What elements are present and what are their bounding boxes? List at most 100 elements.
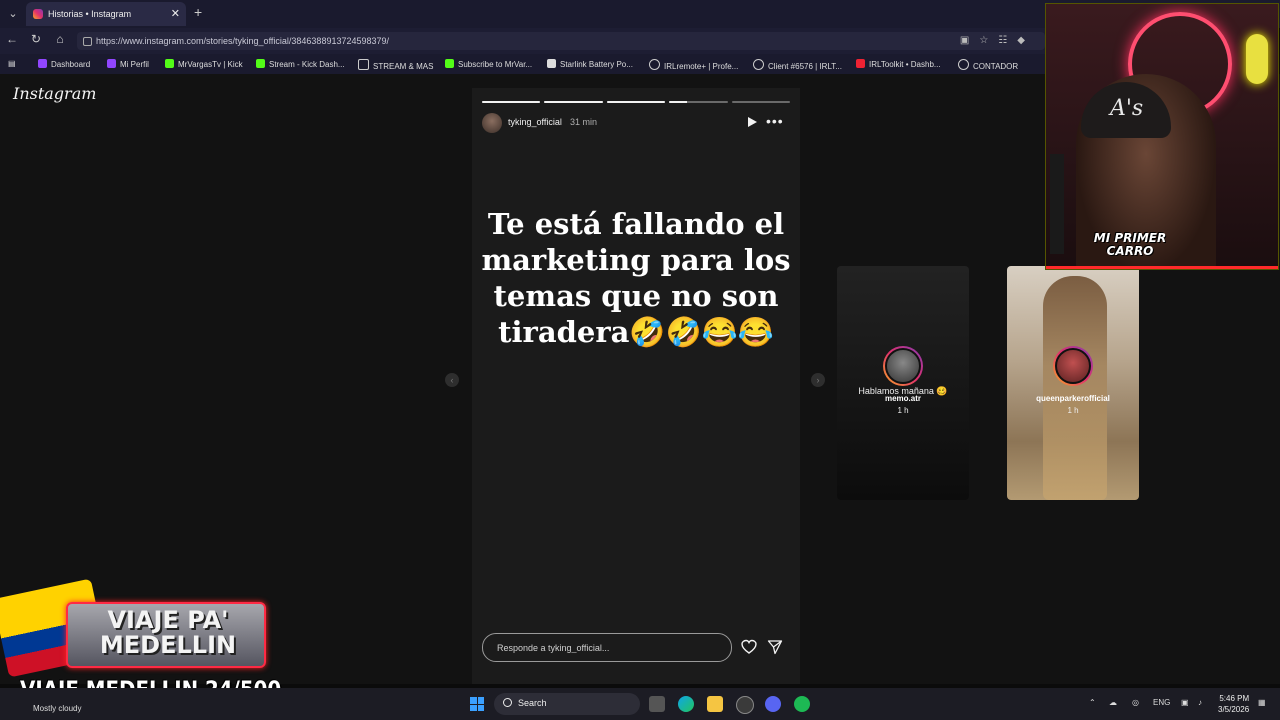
bookmark-subscribe[interactable]: Subscribe to MrVar... [445, 59, 532, 69]
banner-text: VIAJE PA' MEDELLIN [99, 606, 237, 659]
next-story-preview-queenparker[interactable]: queenparkerofficial 1 h [1007, 266, 1139, 500]
close-tab-icon[interactable]: ✕ [171, 2, 180, 26]
bookmark-irlremote[interactable]: IRLremote+ | Profe... [649, 59, 738, 71]
bookmark-dashboard[interactable]: Dashboard [38, 59, 90, 69]
task-view-icon[interactable] [649, 696, 665, 712]
onedrive-icon[interactable]: ☁ [1109, 698, 1117, 707]
globe-icon [649, 59, 660, 70]
file-explorer-icon[interactable] [707, 696, 723, 712]
windows-taskbar: Mostly cloudy Search ⌃ ☁ ◎ ENG ▣ ♪ 5:46 … [0, 688, 1280, 720]
like-heart-icon[interactable] [741, 639, 757, 655]
globe-icon [958, 59, 969, 70]
bookmark-client[interactable]: Client #6576 | IRLT... [753, 59, 842, 71]
reply-field[interactable] [482, 633, 732, 662]
progress-segment [606, 101, 666, 103]
home-icon[interactable]: ⌂ [52, 32, 68, 46]
progress-segment-fill [482, 101, 541, 103]
preview-time: 1 h [1067, 406, 1079, 415]
progress-segment [731, 101, 791, 103]
send-direct-icon[interactable] [767, 639, 783, 655]
kick-icon [165, 59, 174, 68]
kick-icon [256, 59, 265, 68]
edge-icon[interactable] [678, 696, 694, 712]
story-progress-bar [482, 101, 791, 103]
bookmarks-bar: ▤ Dashboard Mi Perfil MrVargasTv | Kick … [0, 54, 1045, 74]
cap-logo: A's [1110, 96, 1144, 121]
spotify-icon[interactable] [794, 696, 810, 712]
webcam-badge: MI PRIMER CARRO [1093, 231, 1167, 258]
stream-banner: VIAJE PA' MEDELLIN [0, 578, 266, 678]
preview-username: memo.atr [884, 394, 921, 403]
story-avatar[interactable] [482, 113, 502, 133]
bookmark-kick[interactable]: MrVargasTv | Kick [165, 59, 243, 69]
previous-story-arrow-icon[interactable]: ‹ [445, 373, 459, 387]
next-story-preview-memo[interactable]: Hablamos mañana 🥴 memo.atr 1 h [837, 266, 969, 500]
neon-banana [1246, 34, 1268, 84]
taskbar-search[interactable]: Search [494, 693, 640, 715]
address-bar-actions[interactable]: ▣☆☷◆ [960, 32, 1035, 50]
twitch-icon [107, 59, 116, 68]
system-clock[interactable]: 5:46 PM 3/5/2026 [1218, 693, 1249, 715]
site-info-icon[interactable] [83, 37, 92, 46]
preview-avatar [1053, 346, 1093, 386]
next-story-arrow-icon[interactable]: › [811, 373, 825, 387]
preview-time: 1 h [897, 406, 909, 415]
bookmark-kick-dashboard[interactable]: Stream - Kick Dash... [256, 59, 345, 69]
story-photo [1043, 276, 1107, 500]
search-icon [503, 698, 512, 707]
bookmark-starlink[interactable]: Starlink Battery Po... [547, 59, 633, 69]
play-icon[interactable] [745, 115, 759, 129]
tab-instagram[interactable]: Historias • Instagram ✕ [26, 2, 186, 26]
search-label: Search [518, 698, 547, 708]
progress-segment-fill [544, 101, 603, 103]
progress-segment [669, 101, 728, 103]
clock-date: 3/5/2026 [1218, 705, 1250, 714]
url-text: https://www.instagram.com/stories/tyking… [96, 36, 390, 46]
tab-actions-menu-icon[interactable]: ⌄ [4, 5, 22, 23]
twitch-icon [38, 59, 47, 68]
folder-icon [358, 59, 369, 70]
clock-time: 5:46 PM [1219, 694, 1250, 703]
kick-icon [445, 59, 454, 68]
new-tab-button[interactable]: + [194, 4, 202, 20]
obs-icon[interactable] [736, 696, 754, 714]
irltoolkit-icon [856, 59, 865, 68]
volume-icon[interactable]: ♪ [1198, 698, 1202, 707]
language-indicator[interactable]: ENG [1153, 698, 1170, 707]
reload-icon[interactable]: ↻ [28, 32, 44, 46]
globe-icon [753, 59, 764, 70]
webcam-border-accent [1046, 266, 1278, 269]
page-icon [547, 59, 556, 68]
windows-start-icon[interactable] [470, 697, 484, 711]
instagram-logo[interactable]: Instagram [13, 84, 96, 103]
webcam-overlay: A's MI PRIMER CARRO [1045, 3, 1279, 270]
progress-segment [482, 101, 541, 103]
bookmark-mi-perfil[interactable]: Mi Perfil [107, 59, 149, 69]
bookmarks-toggle-icon[interactable]: ▤ [8, 59, 16, 68]
tab-title: Historias • Instagram [48, 9, 132, 19]
story-viewer[interactable]: tyking_official 31 min ••• Te está falla… [472, 88, 800, 684]
network-icon[interactable]: ▣ [1181, 698, 1189, 707]
back-icon[interactable]: ← [4, 32, 20, 46]
tray-chevron-icon[interactable]: ⌃ [1089, 698, 1096, 707]
instagram-favicon-icon [33, 9, 43, 19]
bookmark-folder-stream[interactable]: STREAM & MAS [358, 59, 433, 71]
progress-segment-fill [669, 101, 687, 103]
bookmark-contador[interactable]: CONTADOR [958, 59, 1018, 71]
microphone-icon[interactable]: ◎ [1132, 698, 1139, 707]
story-text: Te está fallando el marketing para los t… [481, 207, 791, 349]
url-field[interactable]: https://www.instagram.com/stories/tyking… [77, 32, 1045, 50]
preview-username: queenparkerofficial [1036, 394, 1110, 403]
bookmark-irltoolkit[interactable]: IRLToolkit • Dashb... [856, 59, 941, 69]
story-time: 31 min [570, 117, 598, 127]
reply-input[interactable] [495, 639, 727, 657]
more-options-icon[interactable]: ••• [766, 113, 784, 129]
weather-text[interactable]: Mostly cloudy [33, 704, 81, 713]
discord-icon[interactable] [765, 696, 781, 712]
address-bar-row: ← ↻ ⌂ https://www.instagram.com/stories/… [0, 28, 1045, 54]
preview-avatar [883, 346, 923, 386]
progress-segment [544, 101, 603, 103]
story-username[interactable]: tyking_official [508, 117, 562, 127]
progress-segment-fill [606, 101, 666, 103]
notification-icon[interactable]: ▦ [1258, 698, 1266, 707]
